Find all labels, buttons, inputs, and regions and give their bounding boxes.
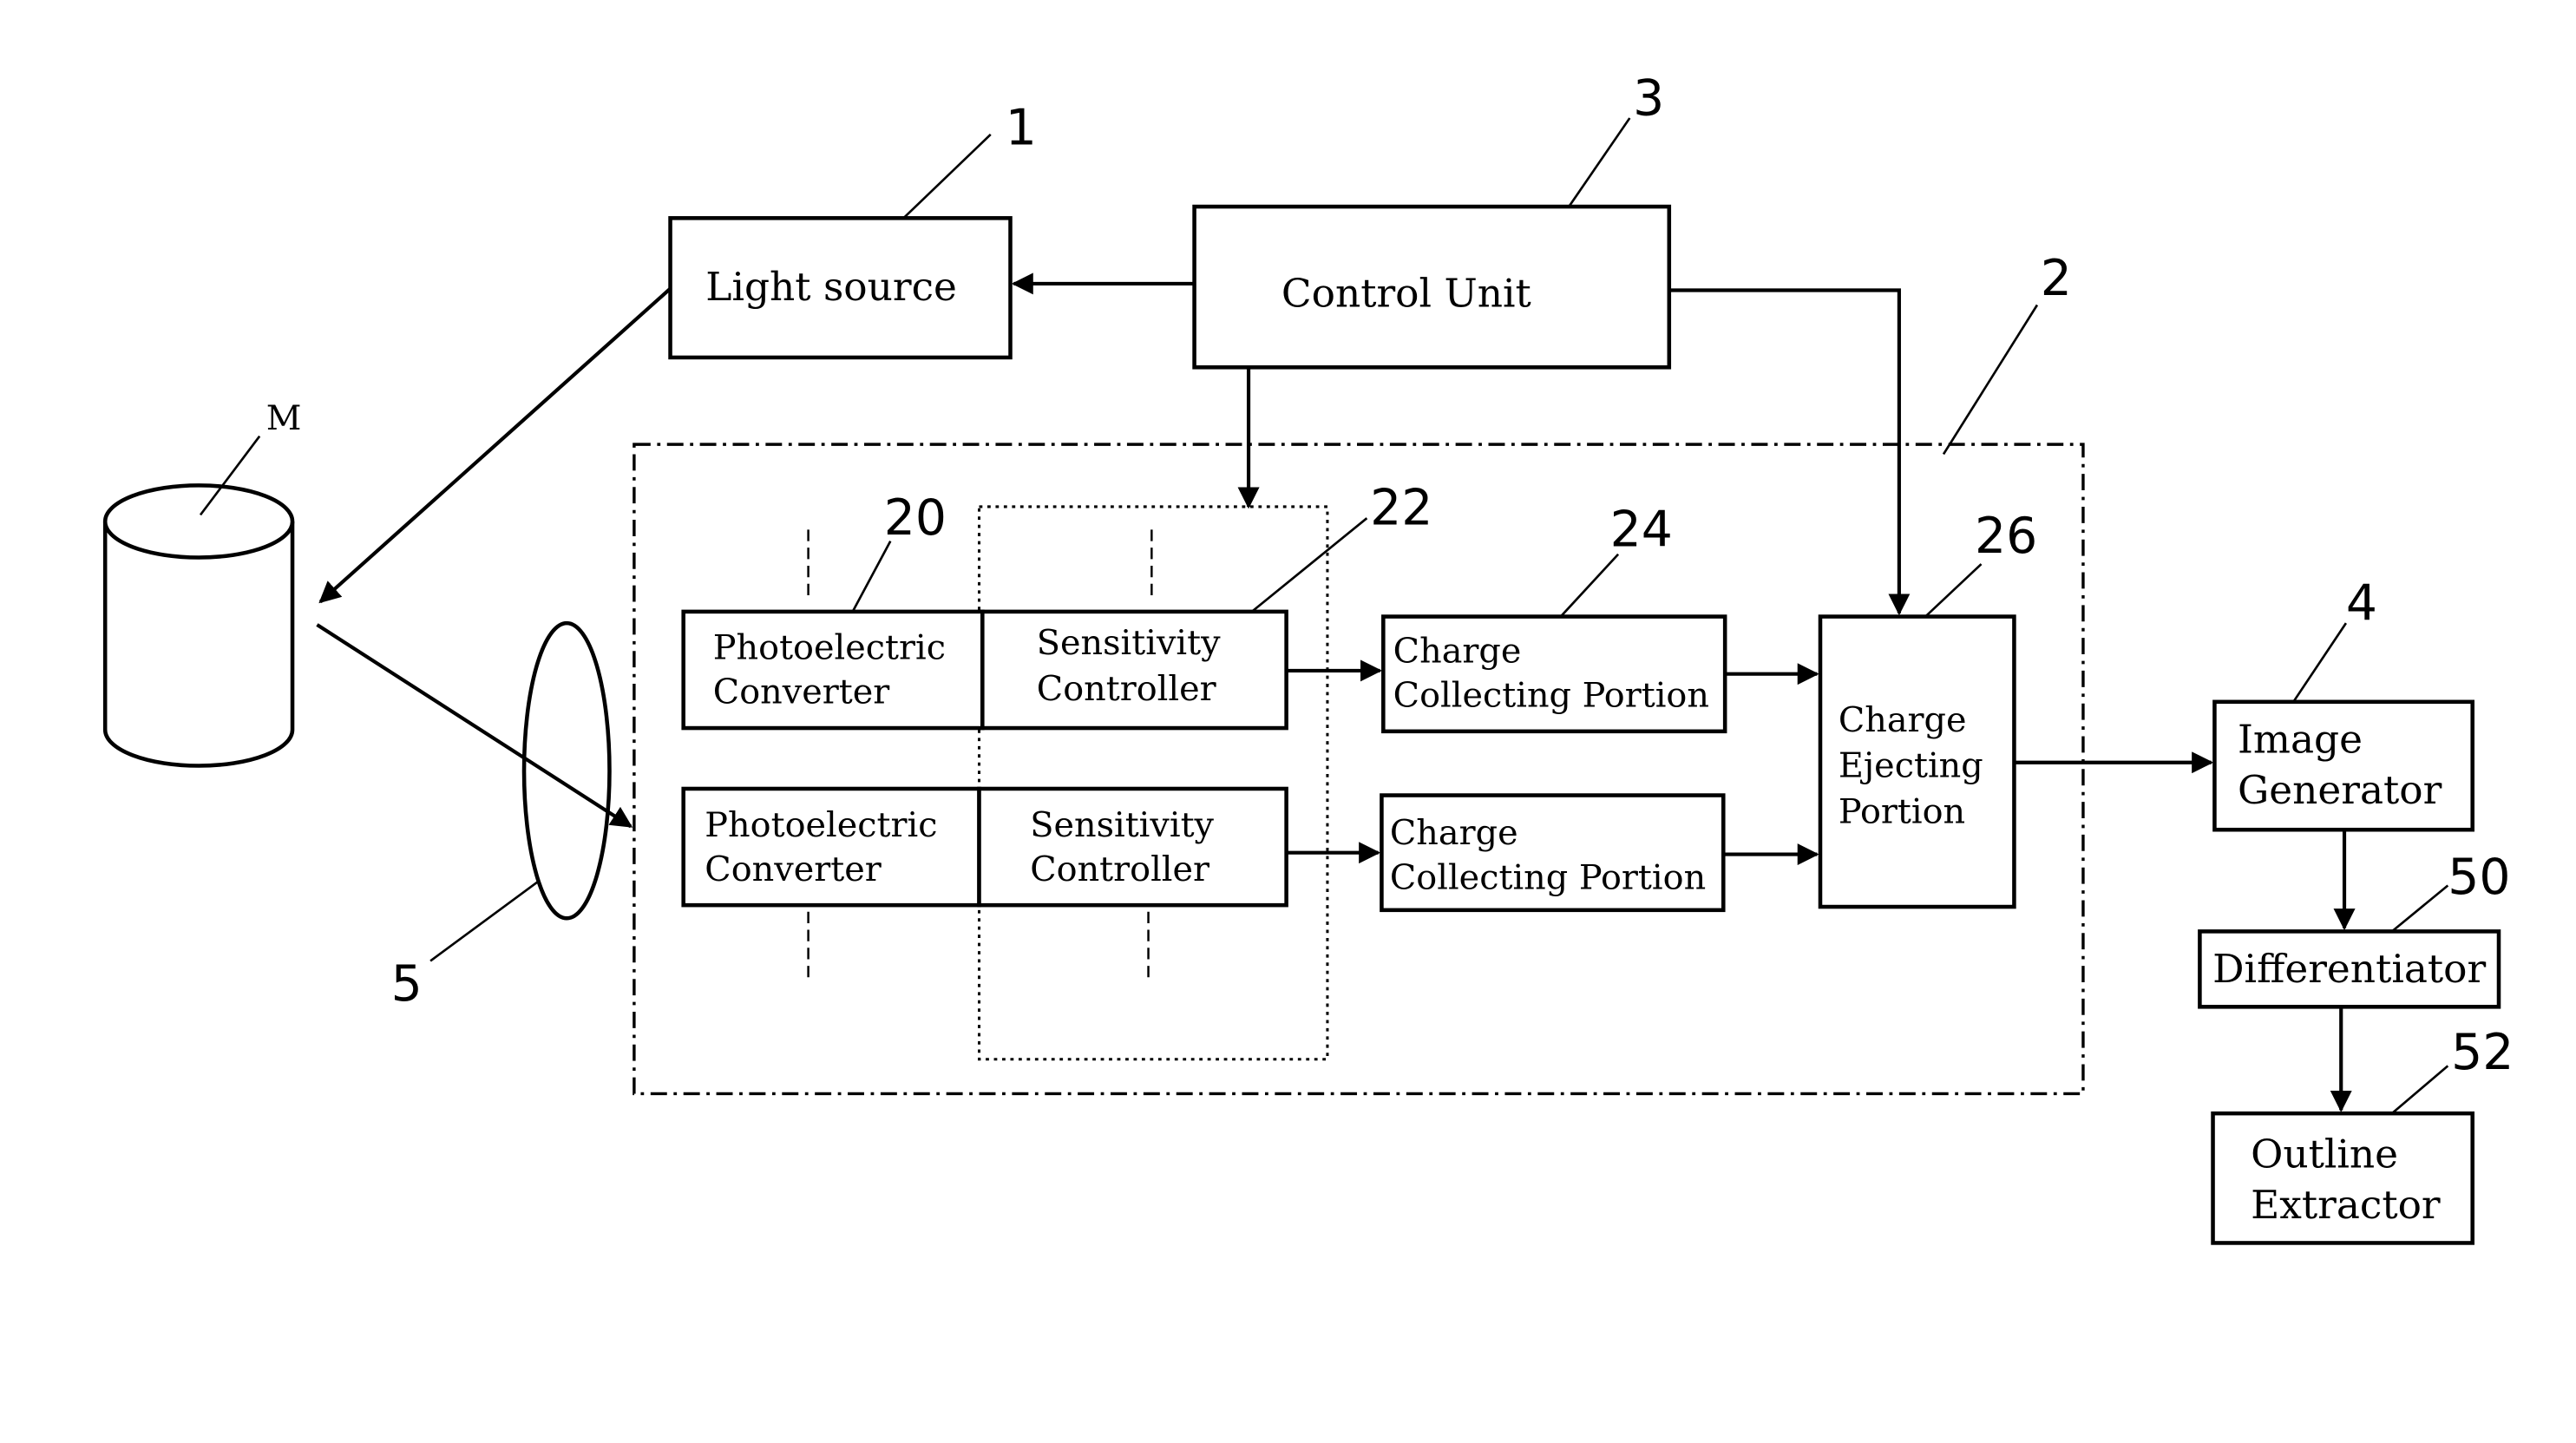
ref-image-generator: 4 <box>2346 574 2377 632</box>
ref-light-source: 1 <box>1006 99 1037 156</box>
lens <box>521 620 612 921</box>
cc1-line2: Collecting Portion <box>1393 676 1709 716</box>
ref-charge-ejecting: 26 <box>1975 508 2037 565</box>
sensitivity-group-boundary <box>978 505 1329 1061</box>
object-cylinder <box>102 483 295 768</box>
cc2-line1: Charge <box>1390 813 1518 853</box>
charge-collecting-portion-1: Charge Collecting Portion <box>1381 614 1727 734</box>
sc2-line2: Controller <box>1030 849 1209 889</box>
outline-extractor-block: Outline Extractor <box>2211 1111 2474 1245</box>
pc1-line2: Converter <box>713 672 889 712</box>
sc2-line1: Sensitivity <box>1030 805 1214 845</box>
photoelectric-converter-1: Photoelectric Converter <box>681 609 985 731</box>
oe-line2: Extractor <box>2251 1182 2441 1228</box>
light-source-block: Light source <box>668 216 1013 360</box>
pc2-line2: Converter <box>705 849 881 889</box>
ref-differentiator: 50 <box>2448 849 2510 906</box>
ref-outline-extractor: 52 <box>2451 1024 2514 1081</box>
ref-charge-collecting: 24 <box>1610 501 1673 558</box>
photoelectric-converter-2: Photoelectric Converter <box>681 786 981 908</box>
light-source-label: Light source <box>705 264 957 310</box>
charge-collecting-portion-2: Charge Collecting Portion <box>1380 793 1726 913</box>
ref-sensor-unit: 2 <box>2041 250 2072 307</box>
pc1-line1: Photoelectric <box>713 628 946 668</box>
ref-photoelectric: 20 <box>884 489 947 547</box>
sensitivity-controller-2: Sensitivity Controller <box>977 786 1288 908</box>
ref-lens: 5 <box>391 955 423 1013</box>
image-generator-block: Image Generator <box>2212 699 2474 832</box>
oe-line1: Outline <box>2251 1131 2398 1177</box>
ref-control-unit: 3 <box>1633 69 1664 127</box>
differentiator-block: Differentiator <box>2198 929 2501 1009</box>
arrow-light-to-object <box>318 287 672 604</box>
control-unit-label: Control Unit <box>1281 270 1531 316</box>
ig-line1: Image <box>2238 716 2363 762</box>
ce-line3: Portion <box>1839 792 1965 832</box>
block-diagram: Light source 1 Control Unit 3 2 M 5 Phot… <box>102 69 2514 1245</box>
sensitivity-controller-1: Sensitivity Controller <box>980 609 1288 731</box>
cc1-line1: Charge <box>1393 632 1522 672</box>
control-unit-block: Control Unit <box>1192 204 1672 370</box>
ce-line2: Ejecting <box>1839 746 1983 786</box>
ig-line2: Generator <box>2238 767 2442 813</box>
ref-object: M <box>266 398 302 438</box>
arrow-control-to-ejecting <box>1668 288 1911 616</box>
ref-sensitivity: 22 <box>1370 480 1432 537</box>
pc2-line1: Photoelectric <box>705 805 937 845</box>
charge-ejecting-portion: Charge Ejecting Portion <box>1818 614 2016 909</box>
ce-line1: Charge <box>1839 700 1967 740</box>
sc1-line2: Controller <box>1037 669 1216 709</box>
cc2-line2: Collecting Portion <box>1390 857 1706 897</box>
diff-label: Differentiator <box>2212 946 2486 992</box>
sc1-line1: Sensitivity <box>1037 623 1221 663</box>
